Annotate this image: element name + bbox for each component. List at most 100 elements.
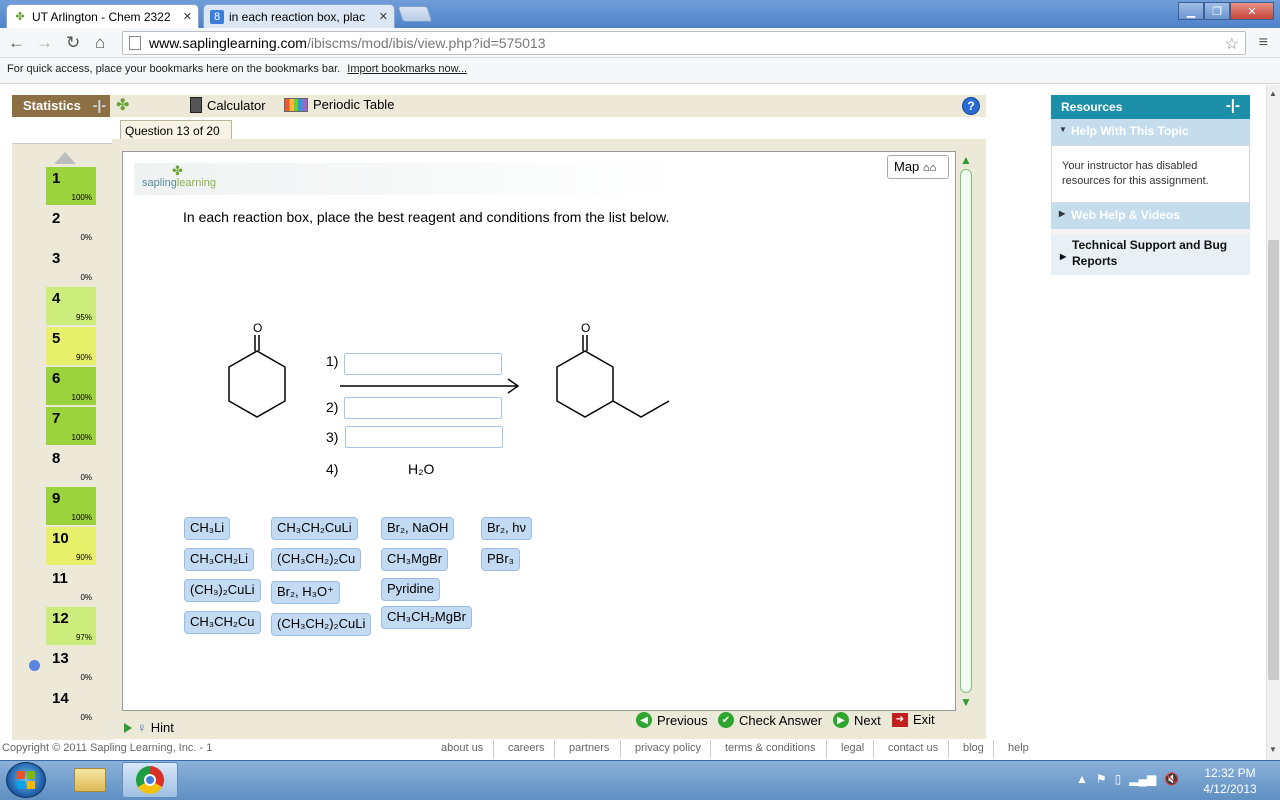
pin-icon[interactable]: -|- [93,97,106,113]
scroll-up-triangle-icon[interactable] [54,152,76,164]
scroll-down-icon[interactable]: ▼ [960,695,972,709]
calculator-button[interactable]: Calculator [190,97,266,113]
page-scrollbar[interactable]: ▲ ▼ [1266,85,1280,760]
bookmark-star-icon[interactable]: ☆ [1225,34,1239,54]
scroll-up-icon[interactable]: ▲ [960,153,972,167]
next-button[interactable]: ▶ Next [833,712,881,728]
reagent-chip[interactable]: (CH₃CH₂)₂CuLi [271,613,372,636]
reagent-chip[interactable]: CH₃CH₂Li [184,548,255,571]
reagent-chip[interactable]: CH₃CH₂Cu [184,611,261,634]
periodic-table-label: Periodic Table [313,97,395,112]
volume-muted-icon[interactable]: 🔇 [1164,772,1179,786]
tab-ut-arlington[interactable]: ✤ UT Arlington - Chem 2322 ✕ [6,4,199,28]
question-item-10[interactable]: 10 90% [46,527,96,565]
help-with-topic-section[interactable]: ▼ Help With This Topic [1051,119,1250,145]
taskbar-explorer[interactable] [62,762,118,798]
periodic-table-icon [284,97,308,112]
statistics-button[interactable]: Statistics -|- [12,95,110,117]
close-window-button[interactable]: ✕ [1230,2,1274,20]
previous-button[interactable]: ◀ Previous [636,712,708,728]
question-item-6[interactable]: 6 100% [46,367,96,405]
footer-link-help[interactable]: help [1008,742,1029,754]
question-item-8[interactable]: 8 0% [46,447,96,485]
step-1-drop-box[interactable] [344,353,502,375]
question-score: 100% [71,393,92,402]
question-item-2[interactable]: 2 0% [46,207,96,245]
scroll-thumb[interactable] [1268,240,1279,680]
reagent-chip[interactable]: PBr₃ [481,548,520,571]
close-tab-icon[interactable]: ✕ [183,10,192,23]
reagent-chip[interactable]: (CH₃)₂CuLi [184,579,261,602]
reagent-chip[interactable]: Br₂, H₃O⁺ [271,581,340,604]
footer-link-blog[interactable]: blog [963,742,984,754]
web-help-section[interactable]: ▶ Web Help & Videos [1051,203,1250,229]
reagent-chip[interactable]: CH₃MgBr [381,548,449,571]
reload-icon[interactable]: ↻ [66,33,80,53]
question-item-9[interactable]: 9 100% [46,487,96,525]
periodic-table-button[interactable]: Periodic Table [284,97,394,112]
minimize-button[interactable]: ▁ [1178,2,1204,20]
step-1-label: 1) [326,353,339,369]
question-item-4[interactable]: 4 95% [46,287,96,325]
question-item-12[interactable]: 12 97% [46,607,96,645]
maximize-button[interactable]: ❐ [1204,2,1230,20]
exit-button[interactable]: ➜ Exit [892,712,935,727]
question-item-13[interactable]: 13 0% [46,647,96,685]
back-icon[interactable]: ← [8,33,25,53]
pin-icon[interactable]: -|- [1226,97,1240,114]
footer-divider [710,740,711,758]
check-answer-label: Check Answer [739,712,823,728]
import-bookmarks-link[interactable]: Import bookmarks now... [347,63,467,75]
forward-icon[interactable]: → [36,33,53,53]
question-item-3[interactable]: 3 0% [46,247,96,285]
scroll-track[interactable] [960,169,972,693]
question-scrollbar[interactable]: ▲ ▼ [956,151,976,711]
power-icon[interactable]: ▯ [1115,772,1122,786]
question-item-11[interactable]: 11 0% [46,567,96,605]
reagent-chip[interactable]: CH₃Li [184,517,231,540]
taskbar-chrome[interactable] [122,762,178,798]
footer-link-careers[interactable]: careers [508,742,545,754]
help-icon[interactable]: ? [962,97,980,115]
home-icon[interactable]: ⌂ [95,33,105,53]
question-item-5[interactable]: 5 90% [46,327,96,365]
reagent-chip[interactable]: CH₃CH₂CuLi [271,517,358,540]
reagent-chip[interactable]: Pyridine [381,578,440,601]
chrome-menu-icon[interactable]: ≡ [1259,34,1268,52]
reagent-chip[interactable]: (CH₃CH₂)₂Cu [271,548,362,571]
footer-link-legal[interactable]: legal [841,742,864,754]
step-3-drop-box[interactable] [345,426,503,448]
tab-search[interactable]: 8 in each reaction box, plac ✕ [203,4,395,28]
technical-support-label: Technical Support and Bug Reports [1072,238,1228,268]
show-hidden-icons-icon[interactable]: ▲ [1076,772,1088,786]
network-signal-icon[interactable]: ▂▄▆ [1129,772,1156,786]
map-button[interactable]: Map ⌂⌂ [887,155,949,179]
new-tab-button[interactable] [397,6,433,22]
previous-label: Previous [657,712,708,728]
footer-link-privacy[interactable]: privacy policy [635,742,701,754]
question-item-14[interactable]: 14 0% [46,687,96,725]
taskbar-clock[interactable]: 12:32 PM 4/12/2013 [1198,765,1262,797]
scroll-up-icon[interactable]: ▲ [1269,89,1277,98]
footer-link-about[interactable]: about us [441,742,483,754]
current-question-dot [29,660,40,671]
footer-divider [826,740,827,758]
reagent-chip[interactable]: CH₃CH₂MgBr [381,606,472,629]
step-2-drop-box[interactable] [344,397,502,419]
check-answer-button[interactable]: ✔ Check Answer [718,712,822,728]
question-item-1[interactable]: 1 100% [46,167,96,205]
reagent-chip[interactable]: Br₂, hν [481,517,532,540]
reagent-chip[interactable]: Br₂, NaOH [381,517,455,540]
hint-button[interactable]: ♀ Hint [124,720,174,735]
close-tab-icon[interactable]: ✕ [379,10,388,23]
footer-link-terms[interactable]: terms & conditions [725,742,815,754]
question-item-7[interactable]: 7 100% [46,407,96,445]
footer-link-contact[interactable]: contact us [888,742,938,754]
action-center-flag-icon[interactable]: ⚑ [1096,772,1107,786]
scroll-down-icon[interactable]: ▼ [1269,745,1277,754]
start-button[interactable] [6,762,46,798]
footer-link-partners[interactable]: partners [569,742,609,754]
page-footer: Copyright © 2011 Sapling Learning, Inc. … [0,740,1264,758]
technical-support-section[interactable]: ▶ Technical Support and Bug Reports [1051,235,1250,275]
address-bar[interactable]: www.saplinglearning.com/ibiscms/mod/ibis… [122,31,1246,55]
